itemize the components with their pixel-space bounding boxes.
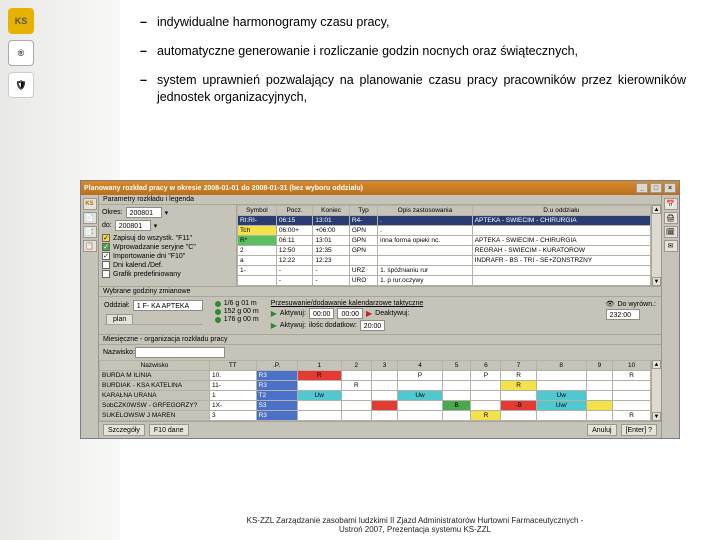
scroll-up-icon[interactable]: ▲	[652, 205, 661, 214]
activate-icon[interactable]: ▶	[271, 321, 277, 330]
deactivate-icon[interactable]: ▶	[366, 309, 372, 318]
table-row[interactable]: R*06:1113:01GPNinna forma opieki nc.APTE…	[238, 236, 651, 246]
window-title: Planowany rozkład pracy w okresie 2008-0…	[84, 185, 363, 192]
bullet-text: automatyczne generowanie i rozliczanie g…	[157, 43, 578, 60]
period-label: Okres:	[102, 209, 123, 216]
period-to-input[interactable]: 200801	[115, 220, 151, 231]
summary-input: 232:00	[606, 309, 640, 320]
time-input[interactable]: 00:00	[337, 308, 363, 319]
table-row[interactable]: SUKELOWSW J MAREN3R3RR	[100, 411, 651, 421]
shifts-table[interactable]: Symbol Pocz. Koniec Typ Opis zastosowani…	[237, 205, 651, 286]
tool-doc-icon[interactable]: 📄	[83, 212, 97, 224]
slide-footer: KS-ZZL Zarządzanie zasobami ludzkimi II …	[150, 516, 680, 534]
app-window: Planowany rozkład pracy w okresie 2008-0…	[80, 180, 680, 439]
check-predef-schedule[interactable]	[102, 270, 110, 278]
table-row[interactable]: SobCZK0WSW - GRFEGORZY?1X-S3B-BUw/	[100, 401, 651, 411]
check-calendar-days[interactable]	[102, 261, 110, 269]
tool-page-icon[interactable]: 📑	[83, 226, 97, 238]
check-write-all[interactable]: ✓	[102, 234, 110, 242]
check-import[interactable]: ✓	[102, 252, 110, 260]
schedule-table[interactable]: Nazwisko TT .P. 1 2 3 4 5 6 7 8 9 10	[99, 360, 651, 421]
titlebar[interactable]: Planowany rozkład pracy w okresie 2008-0…	[81, 181, 679, 195]
table-row[interactable]: 1---URZ1. śpóźnianiu rur	[238, 266, 651, 276]
section-params: Parametry rozkładu i legenda	[99, 195, 661, 205]
f10-data-button[interactable]: F10 dane	[149, 424, 189, 436]
extra-input[interactable]: 20:00	[360, 320, 386, 331]
maximize-button[interactable]: □	[650, 183, 662, 193]
table-row[interactable]: BURDA M ILINIA10.R3RPPRR	[100, 371, 651, 381]
section-schedule: Miesięczne - organizacja rozkładu pracy	[99, 335, 661, 345]
tool-ks-icon[interactable]: KS	[83, 198, 97, 210]
table-row[interactable]: BURDIAK - KSA KATELINA11-R3RR	[100, 381, 651, 391]
period-to-label: do:	[102, 222, 112, 229]
print-icon[interactable]: 🖨	[664, 212, 678, 224]
table-row[interactable]: Tch06:00++06:00GPN.	[238, 226, 651, 236]
tab-plan[interactable]: plan	[106, 314, 133, 324]
left-toolbar: KS 📄 📑 📋	[81, 195, 99, 438]
shift-add-label: Przesuwanie/dodawanie kalendarzowe takty…	[271, 300, 594, 307]
surname-input[interactable]	[135, 347, 225, 358]
scroll-down-icon[interactable]: ▼	[652, 277, 661, 286]
minimize-button[interactable]: _	[636, 183, 648, 193]
check-serial[interactable]: ✓	[102, 243, 110, 251]
close-button[interactable]: ×	[664, 183, 676, 193]
dot-icon	[215, 301, 221, 307]
surname-label: Nazwisko:	[103, 349, 135, 356]
ks-logo: KS	[8, 8, 34, 34]
table-row[interactable]: a12:2212:23INDRAFR - BS - TRI - SE+ZONST…	[238, 256, 651, 266]
eye-icon[interactable]: 👁	[606, 300, 615, 308]
activate-icon[interactable]: ▶	[271, 309, 277, 318]
section-selected: Wybrane godziny zmianowe	[99, 287, 661, 297]
cancel-button[interactable]: Anuluj	[587, 424, 616, 436]
shifts-scrollbar[interactable]: ▲ ▼	[651, 205, 661, 286]
dept-label: Oddział:	[104, 302, 130, 309]
dot-icon	[215, 317, 221, 323]
slide-logo-rail: KS ® 🛡	[8, 8, 48, 104]
table-row[interactable]: RI:RI-06:1513:01R4-.APTEKA - SWIECIM - C…	[238, 216, 651, 226]
r-logo: ®	[8, 40, 34, 66]
slide-bullets: –indywidualne harmonogramy czasu pracy, …	[140, 14, 686, 118]
table-row[interactable]: --URO1. p rur.oczywy	[238, 276, 651, 286]
month-icon[interactable]: 🗓	[664, 226, 678, 238]
calendar-icon[interactable]: 📅	[664, 198, 678, 210]
bullet-text: indywidualne harmonogramy czasu pracy,	[157, 14, 390, 31]
dept-input[interactable]: 1 F- KA APTEKA	[133, 300, 203, 311]
details-button[interactable]: Szczegóły	[103, 424, 145, 436]
mail-icon[interactable]: ✉	[664, 240, 678, 252]
enter-button[interactable]: [Enter] ?	[621, 424, 657, 436]
period-from-input[interactable]: 200801	[126, 207, 162, 218]
scroll-up-icon[interactable]: ▲	[652, 360, 661, 369]
poland-shield-icon: 🛡	[8, 72, 34, 98]
tool-clip-icon[interactable]: 📋	[83, 240, 97, 252]
schedule-scrollbar[interactable]: ▲ ▼	[651, 360, 661, 421]
bullet-text: system uprawnień pozwalający na planowan…	[157, 72, 686, 106]
table-row[interactable]: 212:5012:35GPNREGRAH - SWIECIM - KURATOR…	[238, 246, 651, 256]
dot-icon	[215, 309, 221, 315]
time-input[interactable]: 00:00	[309, 308, 335, 319]
right-toolbar: 📅 🖨 🗓 ✉	[661, 195, 679, 438]
table-row[interactable]: KARAŁNA URANA1T2UwUwUw	[100, 391, 651, 401]
scroll-down-icon[interactable]: ▼	[652, 412, 661, 421]
